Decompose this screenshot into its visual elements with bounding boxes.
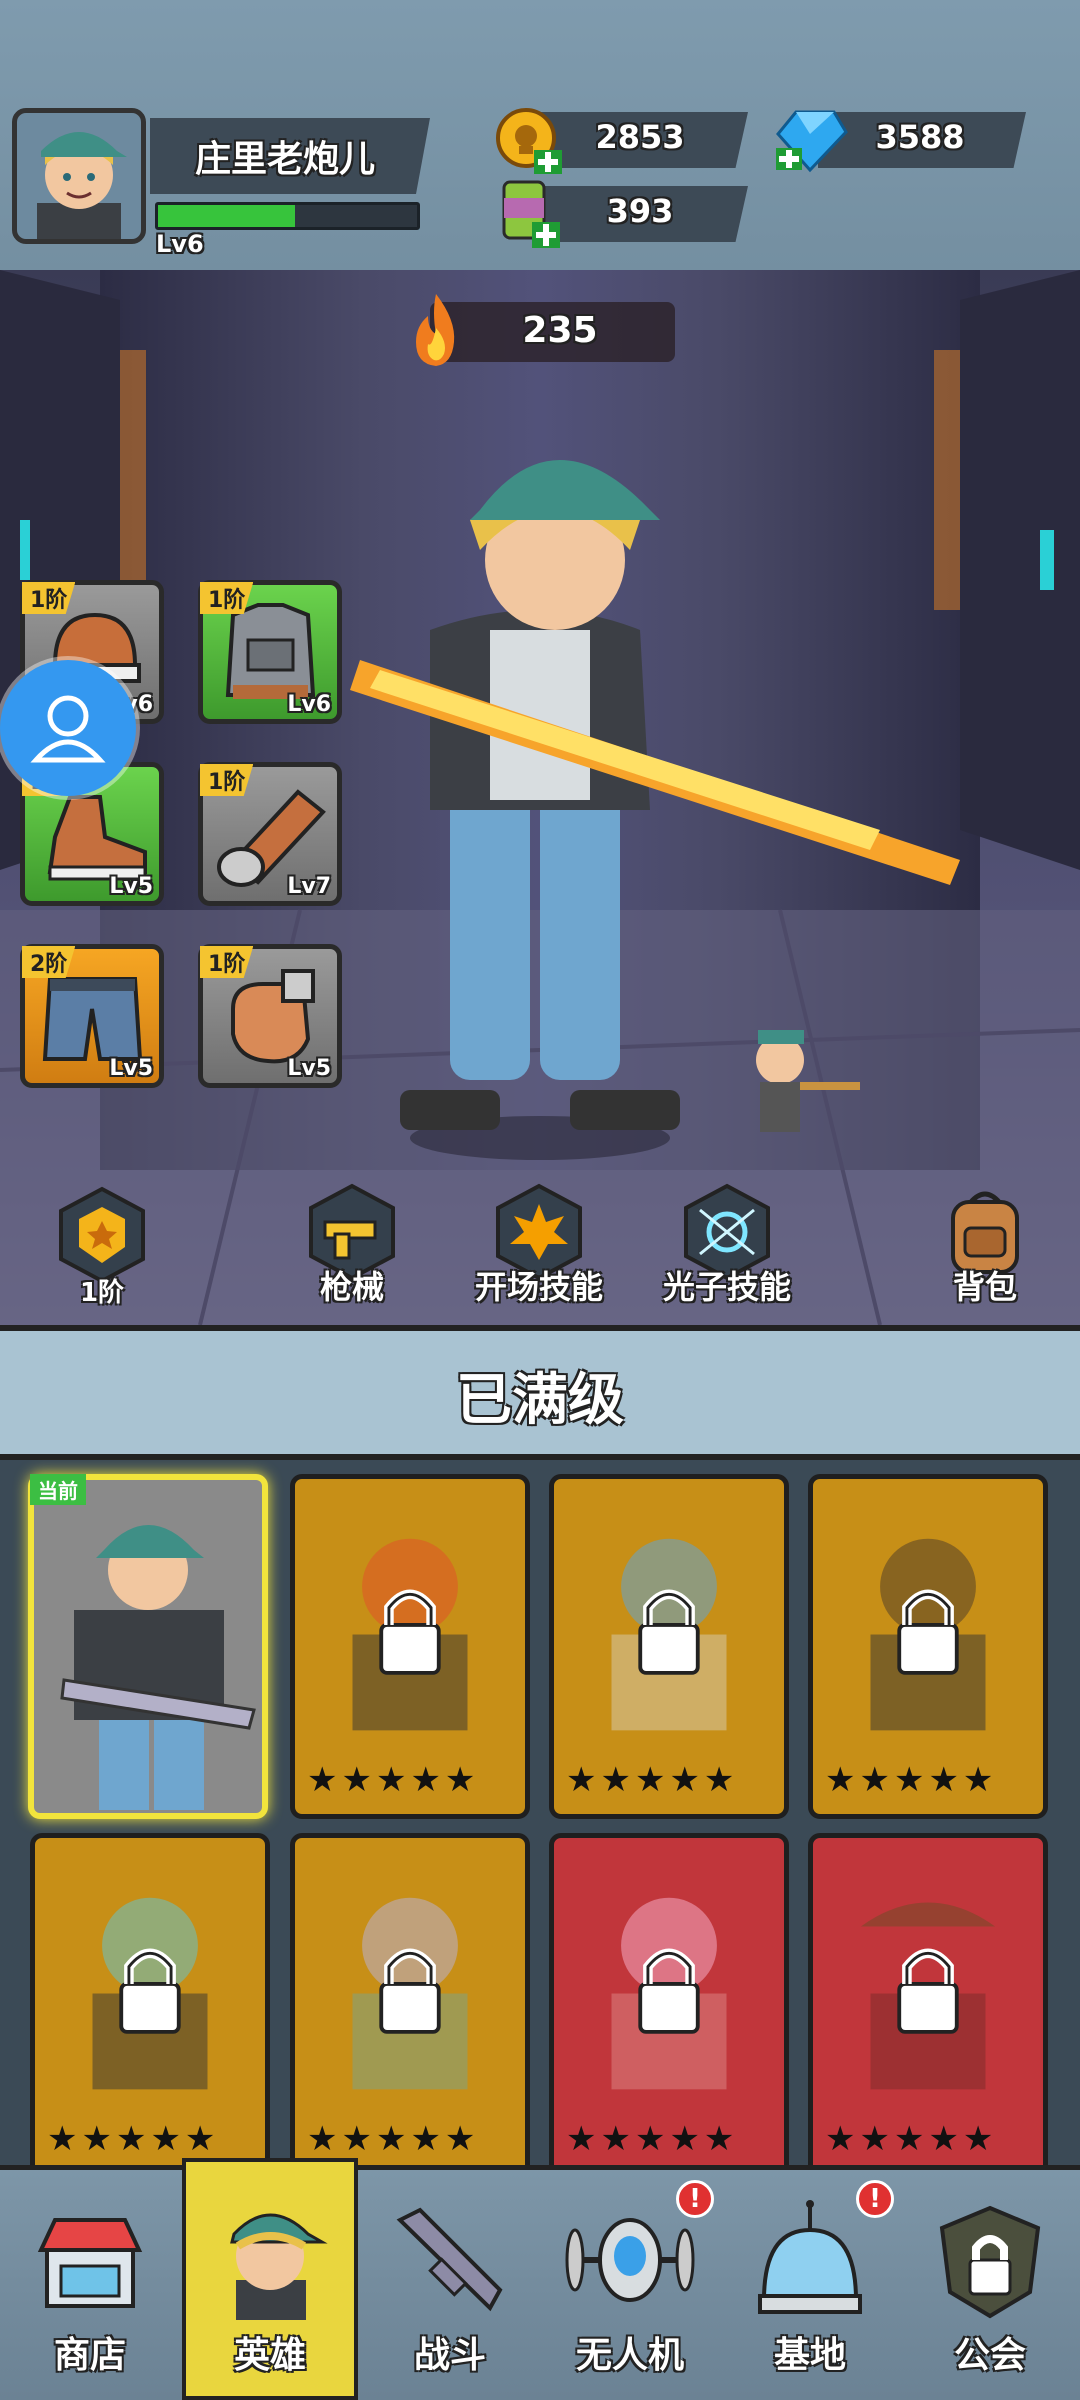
hero-card-locked[interactable]: ★★★★★ xyxy=(290,1833,530,2178)
hero-portrait-icon xyxy=(60,1525,256,1810)
equip-level: Lv5 xyxy=(109,874,153,899)
hero-card-locked[interactable]: ★★★★★ xyxy=(549,1833,789,2178)
nav-drone-label: 无人机 xyxy=(575,2335,684,2376)
floating-user-button[interactable] xyxy=(0,660,136,796)
hero-card-locked[interactable]: ★★★★★ xyxy=(808,1833,1048,2178)
equip-slot-arm[interactable]: 1阶 Lv7 xyxy=(198,762,342,906)
user-icon xyxy=(30,695,106,763)
equip-level: Lv5 xyxy=(109,1056,153,1081)
opening-skill-label: 开场技能 xyxy=(474,1268,603,1306)
nav-battle[interactable]: 战斗 xyxy=(360,2180,540,2400)
nav-base[interactable]: ! 基地 xyxy=(720,2180,900,2400)
hero-card-locked[interactable]: ★★★★★ xyxy=(30,1833,270,2178)
nav-drone[interactable]: ! 无人机 xyxy=(540,2180,720,2400)
hero-card-locked[interactable]: ★★★★★ xyxy=(549,1474,789,1819)
equip-slot-pants[interactable]: 2阶 Lv5 xyxy=(20,944,164,1088)
player-name: 庄里老炮儿 xyxy=(194,139,375,180)
can-value: 393 xyxy=(606,192,674,230)
equip-level: Lv5 xyxy=(287,1056,331,1081)
nav-guild-label: 公会 xyxy=(953,2335,1026,2376)
star-rating: ★★★★★ xyxy=(307,2119,480,2159)
hero-card-locked[interactable]: ★★★★★ xyxy=(808,1474,1048,1819)
equip-level: Lv6 xyxy=(287,692,331,717)
hero-portrait-icon xyxy=(37,132,127,239)
hero-card-current[interactable] xyxy=(28,1474,268,1819)
nav-heroes-label: 英雄 xyxy=(233,2335,306,2376)
dome-base-icon xyxy=(758,2200,862,2314)
hero-icon xyxy=(230,2213,328,2320)
fire-icon xyxy=(416,294,455,366)
weapon-label: 枪械 xyxy=(319,1268,384,1306)
star-rating: ★★★★★ xyxy=(307,1760,480,1800)
equip-slot-vest[interactable]: 1阶 Lv6 xyxy=(198,580,342,724)
star-rating: ★★★★★ xyxy=(825,1760,998,1800)
equip-slot-glove[interactable]: 1阶 Lv5 xyxy=(198,944,342,1088)
base-alert-badge: ! xyxy=(856,2180,894,2218)
xp-fill xyxy=(158,205,296,227)
max-level-text: 已满级 xyxy=(456,1368,624,1433)
nav-base-label: 基地 xyxy=(773,2335,846,2376)
photon-skill-label: 光子技能 xyxy=(662,1268,791,1306)
nav-heroes[interactable]: 英雄 xyxy=(180,2180,360,2400)
nav-shop-label: 商店 xyxy=(53,2335,126,2376)
nav-guild[interactable]: 公会 xyxy=(900,2180,1080,2400)
shop-icon xyxy=(37,2218,143,2308)
star-rating: ★★★★★ xyxy=(825,2119,998,2159)
backpack-label: 背包 xyxy=(952,1268,1017,1306)
power-value: 235 xyxy=(522,310,598,351)
can-icon xyxy=(502,180,560,248)
rank-badge-icon[interactable] xyxy=(55,1185,149,1285)
player-avatar[interactable] xyxy=(12,108,146,244)
nav-shop[interactable]: 商店 xyxy=(0,2180,180,2400)
rank-label: 1阶 xyxy=(79,1278,125,1308)
nav-battle-label: 战斗 xyxy=(413,2335,486,2376)
coin-icon xyxy=(496,108,562,174)
gem-value: 3588 xyxy=(875,118,965,156)
star-rating: ★★★★★ xyxy=(566,1760,739,1800)
drone-alert-badge: ! xyxy=(676,2180,714,2218)
rifle-icon xyxy=(396,2207,503,2312)
star-rating: ★★★★★ xyxy=(47,2119,220,2159)
hero-card-locked[interactable]: ★★★★★ xyxy=(290,1474,530,1819)
xp-bar xyxy=(155,202,420,230)
current-hero-tag: 当前 xyxy=(30,1474,86,1505)
player-level: Lv6 xyxy=(156,230,204,258)
guild-lock-icon xyxy=(939,2205,1041,2319)
coin-value: 2853 xyxy=(595,118,685,156)
equip-level: Lv7 xyxy=(287,874,331,899)
star-rating: ★★★★★ xyxy=(566,2119,739,2159)
gem-icon xyxy=(776,110,848,173)
drone-icon xyxy=(565,2218,695,2302)
